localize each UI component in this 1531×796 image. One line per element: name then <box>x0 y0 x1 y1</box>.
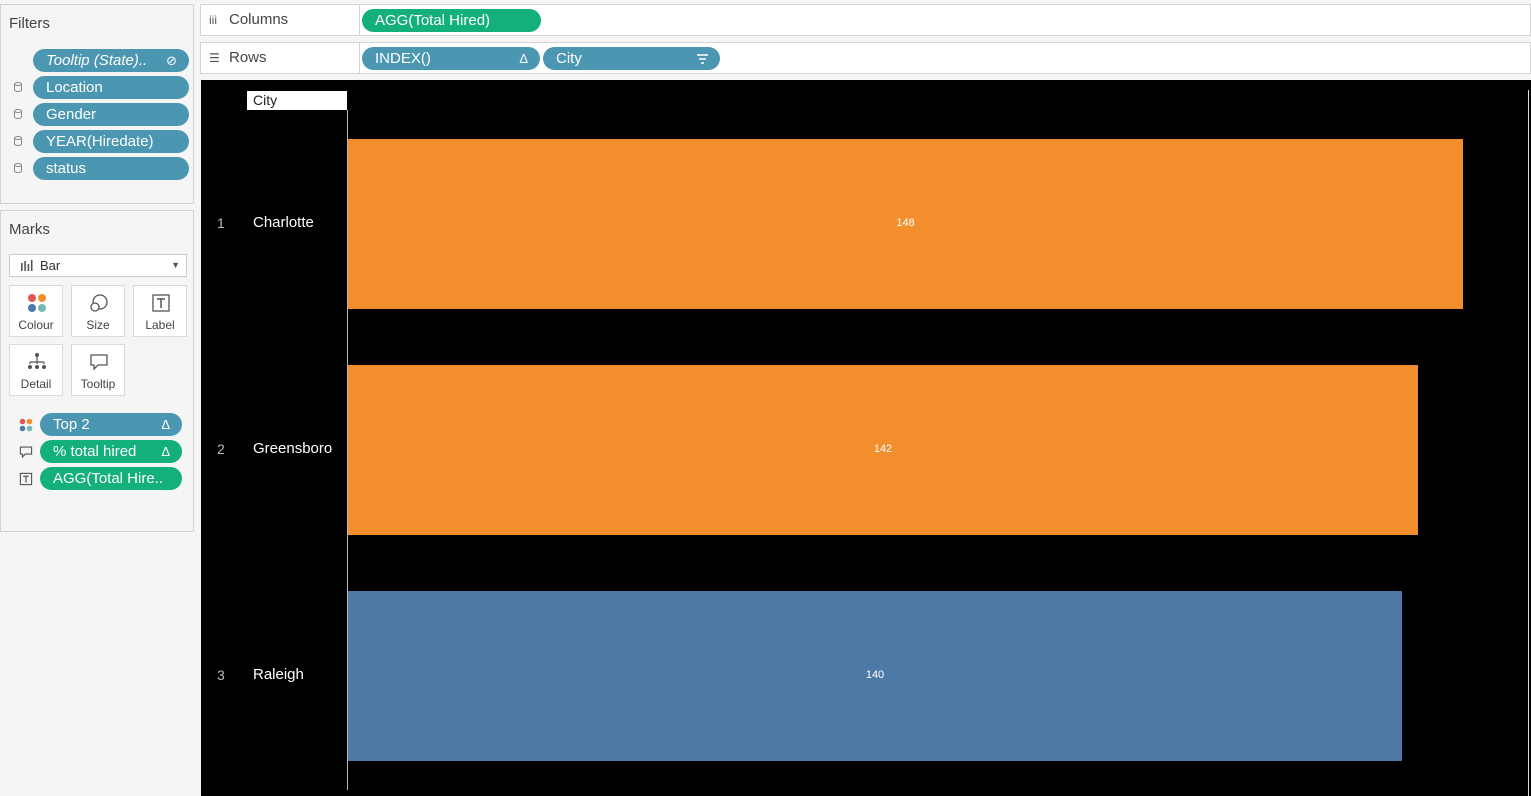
axis-line <box>347 110 348 790</box>
colour-icon <box>19 418 33 432</box>
mark-card-top2[interactable]: Top 2 Δ <box>40 413 182 436</box>
label-icon <box>19 472 33 486</box>
columns-shelf-label: iii Columns <box>201 5 360 35</box>
rows-shelf-label: ☰ Rows <box>201 43 360 73</box>
tooltip-button[interactable]: Tooltip <box>71 344 125 396</box>
chevron-down-icon: ▼ <box>171 260 180 270</box>
filter-pill-location[interactable]: Location <box>33 76 189 99</box>
detail-button[interactable]: Detail <box>9 344 63 396</box>
row-index: 3 <box>217 667 225 683</box>
row-city-label[interactable]: Charlotte <box>253 214 314 231</box>
tooltip-label: Tooltip <box>80 377 116 391</box>
marks-panel: Marks Bar ▼ Colour Size Label Detail Too… <box>0 210 194 532</box>
size-label: Size <box>86 318 110 332</box>
mark-card-label: % total hired <box>53 443 137 460</box>
filters-panel: Filters Tooltip (State).. ⊘ Location Gen… <box>0 4 194 204</box>
bar-data-label: 142 <box>873 443 893 455</box>
rows-shelf: ☰ Rows INDEX() Δ City <box>200 42 1531 74</box>
size-icon <box>90 294 108 312</box>
mark-type-dropdown[interactable]: Bar ▼ <box>9 254 187 277</box>
bar-chart-icon <box>21 260 33 271</box>
delta-icon: Δ <box>519 51 528 66</box>
columns-pill-agg-total-hired[interactable]: AGG(Total Hired) <box>362 9 541 32</box>
bar[interactable]: 148 <box>348 139 1463 309</box>
label-label: Label <box>145 318 175 332</box>
bar-data-label: 148 <box>896 217 915 229</box>
city-column-header[interactable]: City <box>247 91 347 110</box>
size-button[interactable]: Size <box>71 285 125 337</box>
columns-icon: iii <box>209 13 217 27</box>
row-index: 2 <box>217 441 225 457</box>
view-canvas[interactable]: City 1 Charlotte 148 2 Greensboro 142 3 Raleigh… <box>201 80 1531 796</box>
detail-icon <box>28 353 46 369</box>
row-index: 1 <box>217 215 225 231</box>
filter-pill-label: Location <box>46 79 103 96</box>
filter-pill-status[interactable]: status <box>33 157 189 180</box>
rows-icon: ☰ <box>209 51 220 65</box>
detail-label: Detail <box>20 377 52 391</box>
pill-label: City <box>556 50 582 67</box>
label-icon <box>152 294 170 312</box>
colour-icon <box>28 294 46 312</box>
pill-label: INDEX() <box>375 50 431 67</box>
label-button[interactable]: Label <box>133 285 187 337</box>
filter-pill-year-hiredate[interactable]: YEAR(Hiredate) <box>33 130 189 153</box>
view-border <box>1528 90 1529 796</box>
database-icon <box>14 109 22 119</box>
mark-card-agg-total-hired[interactable]: AGG(Total Hire.. <box>40 467 182 490</box>
columns-shelf: iii Columns AGG(Total Hired) <box>200 4 1531 36</box>
filter-pill-label: Gender <box>46 106 97 123</box>
database-icon <box>14 163 22 173</box>
tooltip-icon <box>19 446 33 459</box>
columns-label-text: Columns <box>229 11 289 28</box>
delta-icon: Δ <box>161 444 170 459</box>
mark-type-label: Bar <box>40 258 61 273</box>
marks-title: Marks <box>9 221 50 238</box>
filter-pill-label: status <box>46 160 87 177</box>
mark-card-label: AGG(Total Hire.. <box>53 470 164 487</box>
rows-pill-index[interactable]: INDEX() Δ <box>362 47 540 70</box>
colour-label: Colour <box>18 318 54 332</box>
tooltip-icon <box>90 354 108 371</box>
bar-data-label: 140 <box>865 669 885 681</box>
filters-title: Filters <box>9 15 50 32</box>
delta-icon: Δ <box>161 417 170 432</box>
row-city-label[interactable]: Raleigh <box>253 666 304 683</box>
rows-pill-city[interactable]: City <box>543 47 720 70</box>
mark-card-label: Top 2 <box>53 416 90 433</box>
filter-pill-label: Tooltip (State).. <box>46 52 148 69</box>
link-icon: ⊘ <box>166 53 177 68</box>
bar[interactable]: 142 <box>348 365 1418 535</box>
pill-label: AGG(Total Hired) <box>375 12 491 29</box>
colour-button[interactable]: Colour <box>9 285 63 337</box>
mark-card-total-hired-pct[interactable]: % total hired Δ <box>40 440 182 463</box>
rows-label-text: Rows <box>229 49 267 66</box>
filter-pill-gender[interactable]: Gender <box>33 103 189 126</box>
filter-pill-label: YEAR(Hiredate) <box>46 133 154 150</box>
database-icon <box>14 82 22 92</box>
row-city-label[interactable]: Greensboro <box>253 440 332 457</box>
database-icon <box>14 136 22 146</box>
filter-pill-tooltip-state[interactable]: Tooltip (State).. ⊘ <box>33 49 189 72</box>
bar[interactable]: 140 <box>348 591 1402 761</box>
sort-icon <box>697 54 708 64</box>
